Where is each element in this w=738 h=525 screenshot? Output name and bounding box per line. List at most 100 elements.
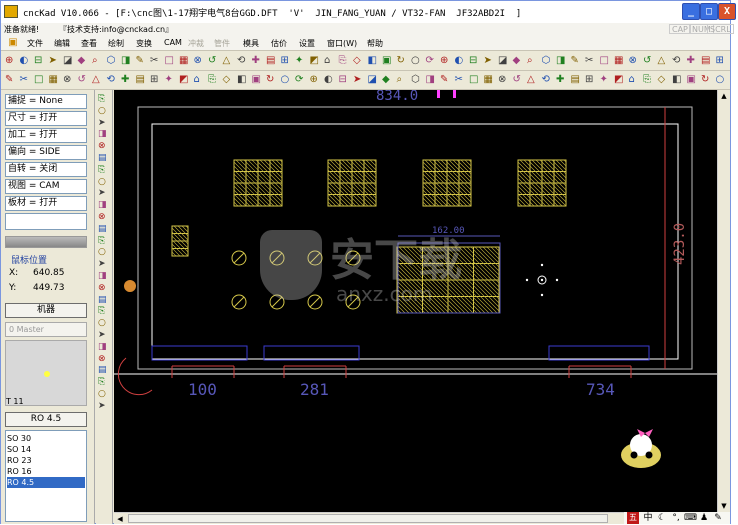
draw-tool-icon[interactable]: ⊟ xyxy=(339,74,351,86)
standard-tool-icon[interactable]: ↻ xyxy=(397,55,409,67)
standard-tool-icon[interactable]: ◆ xyxy=(513,55,525,67)
vertical-tool-icon[interactable]: ○ xyxy=(98,389,110,401)
standard-tool-icon[interactable]: ✦ xyxy=(295,55,307,67)
standard-tool-icon[interactable]: ⌕ xyxy=(527,55,539,67)
machine-button[interactable]: 机器 xyxy=(5,303,87,318)
menu-draw[interactable]: 绘制 xyxy=(108,38,124,49)
standard-tool-icon[interactable]: ⟲ xyxy=(237,55,249,67)
draw-tool-icon[interactable]: ⟲ xyxy=(542,74,554,86)
offset-setting[interactable]: 偏向 = SIDE xyxy=(5,145,87,160)
menu-cam[interactable]: CAM xyxy=(164,38,182,47)
standard-tool-icon[interactable]: ▦ xyxy=(614,55,626,67)
standard-tool-icon[interactable]: ◪ xyxy=(63,55,75,67)
standard-tool-icon[interactable]: ▣ xyxy=(382,55,394,67)
draw-tool-icon[interactable]: ✂ xyxy=(20,74,32,86)
command-input[interactable] xyxy=(5,213,87,230)
standard-tool-icon[interactable]: ⊕ xyxy=(440,55,452,67)
tool-list-item[interactable]: RO 23 xyxy=(7,455,85,466)
draw-tool-icon[interactable]: ◧ xyxy=(672,74,684,86)
draw-tool-icon[interactable]: ⟲ xyxy=(107,74,119,86)
draw-tool-icon[interactable]: ➤ xyxy=(353,74,365,86)
standard-tool-icon[interactable]: ➤ xyxy=(484,55,496,67)
tool-list-item[interactable]: SO 30 xyxy=(7,433,85,444)
standard-tool-icon[interactable]: ⎘ xyxy=(339,55,351,67)
draw-tool-icon[interactable]: ✎ xyxy=(5,74,17,86)
settings-icon[interactable]: ✎ xyxy=(712,512,724,524)
vertical-tool-icon[interactable]: ⎘ xyxy=(98,306,110,318)
draw-tool-icon[interactable]: ✚ xyxy=(121,74,133,86)
draw-tool-icon[interactable]: ▤ xyxy=(136,74,148,86)
moon-icon[interactable]: ☾ xyxy=(656,512,668,524)
vertical-tool-icon[interactable]: ➤ xyxy=(98,259,110,271)
draw-tool-icon[interactable]: ⬡ xyxy=(411,74,423,86)
tool-list-item[interactable]: SO 14 xyxy=(7,444,85,455)
sheet-setting[interactable]: 板材 = 打开 xyxy=(5,196,87,211)
minimize-button[interactable]: _ xyxy=(682,3,700,20)
draw-tool-icon[interactable]: □ xyxy=(34,74,46,86)
vertical-tool-icon[interactable]: ○ xyxy=(98,106,110,118)
draw-tool-icon[interactable]: ✦ xyxy=(165,74,177,86)
current-tool-button[interactable]: RO 4.5 xyxy=(5,412,87,427)
standard-tool-icon[interactable]: ⬡ xyxy=(542,55,554,67)
draw-tool-icon[interactable]: ⎘ xyxy=(643,74,655,86)
draw-tool-icon[interactable]: ◐ xyxy=(324,74,336,86)
maximize-button[interactable]: □ xyxy=(700,3,718,20)
tool-list[interactable]: SO 30 SO 14 RO 23 RO 16 RO 4.5 xyxy=(5,430,87,522)
draw-tool-icon[interactable]: ✎ xyxy=(440,74,452,86)
menu-help[interactable]: 帮助 xyxy=(367,38,383,49)
vertical-tool-icon[interactable]: ◨ xyxy=(98,129,110,141)
vertical-tool-icon[interactable]: ⎘ xyxy=(98,377,110,389)
vertical-tool-icon[interactable]: ◨ xyxy=(98,271,110,283)
vertical-tool-icon[interactable]: ⊗ xyxy=(98,354,110,366)
standard-tool-icon[interactable]: □ xyxy=(165,55,177,67)
vertical-tool-icon[interactable]: ▤ xyxy=(98,295,110,307)
vertical-tool-icon[interactable]: ○ xyxy=(98,177,110,189)
ime-lang[interactable]: 中 xyxy=(642,512,654,524)
standard-tool-icon[interactable]: ✂ xyxy=(150,55,162,67)
vertical-tool-icon[interactable]: ➤ xyxy=(98,401,110,413)
drawing-canvas[interactable]: 834.0 423.0 162.00 100 281 734 安下载 anxz.… xyxy=(114,90,717,512)
standard-tool-icon[interactable]: ⬡ xyxy=(107,55,119,67)
draw-tool-icon[interactable]: ◇ xyxy=(223,74,235,86)
vertical-tool-icon[interactable]: ○ xyxy=(98,318,110,330)
draw-tool-icon[interactable]: ▣ xyxy=(252,74,264,86)
draw-tool-icon[interactable]: ⊞ xyxy=(150,74,162,86)
standard-tool-icon[interactable]: ↺ xyxy=(208,55,220,67)
standard-tool-icon[interactable]: △ xyxy=(658,55,670,67)
draw-tool-icon[interactable]: ↺ xyxy=(513,74,525,86)
standard-tool-icon[interactable]: ◧ xyxy=(368,55,380,67)
draw-tool-icon[interactable]: ✚ xyxy=(556,74,568,86)
draw-tool-icon[interactable]: ⌂ xyxy=(629,74,641,86)
draw-tool-icon[interactable]: ⟳ xyxy=(295,74,307,86)
vertical-tool-icon[interactable]: ⎘ xyxy=(98,94,110,106)
view-setting[interactable]: 视图 = CAM xyxy=(5,179,87,194)
tool-list-item-selected[interactable]: RO 4.5 xyxy=(7,477,85,488)
cnckad-app-icon[interactable] xyxy=(4,5,18,18)
autorotate-setting[interactable]: 自转 = 关闭 xyxy=(5,162,87,177)
standard-tool-icon[interactable]: ⊕ xyxy=(5,55,17,67)
draw-tool-icon[interactable]: ◩ xyxy=(179,74,191,86)
standard-tool-icon[interactable]: ⊟ xyxy=(34,55,46,67)
standard-tool-icon[interactable]: ✎ xyxy=(136,55,148,67)
draw-tool-icon[interactable]: ⌕ xyxy=(397,74,409,86)
close-button[interactable]: X xyxy=(718,3,736,20)
draw-tool-icon[interactable]: □ xyxy=(469,74,481,86)
draw-tool-icon[interactable]: ▦ xyxy=(49,74,61,86)
draw-tool-icon[interactable]: ↻ xyxy=(266,74,278,86)
standard-tool-icon[interactable]: ⊞ xyxy=(716,55,728,67)
standard-tool-icon[interactable]: ⊟ xyxy=(469,55,481,67)
draw-tool-icon[interactable]: △ xyxy=(92,74,104,86)
standard-tool-icon[interactable]: ✎ xyxy=(571,55,583,67)
menu-tube[interactable]: 管件 xyxy=(214,38,230,49)
menu-estimate[interactable]: 估价 xyxy=(271,38,287,49)
draw-tool-icon[interactable]: ◨ xyxy=(426,74,438,86)
snap-setting[interactable]: 捕捉 = None xyxy=(5,94,87,109)
vertical-tool-icon[interactable]: ◨ xyxy=(98,342,110,354)
draw-tool-icon[interactable]: ⌂ xyxy=(194,74,206,86)
horizontal-scroll-thumb[interactable] xyxy=(128,514,608,523)
standard-tool-icon[interactable]: □ xyxy=(600,55,612,67)
vertical-tool-icon[interactable]: ➤ xyxy=(98,118,110,130)
draw-tool-icon[interactable]: ✦ xyxy=(600,74,612,86)
draw-tool-icon[interactable]: ○ xyxy=(716,74,728,86)
menu-settings[interactable]: 设置 xyxy=(299,38,315,49)
